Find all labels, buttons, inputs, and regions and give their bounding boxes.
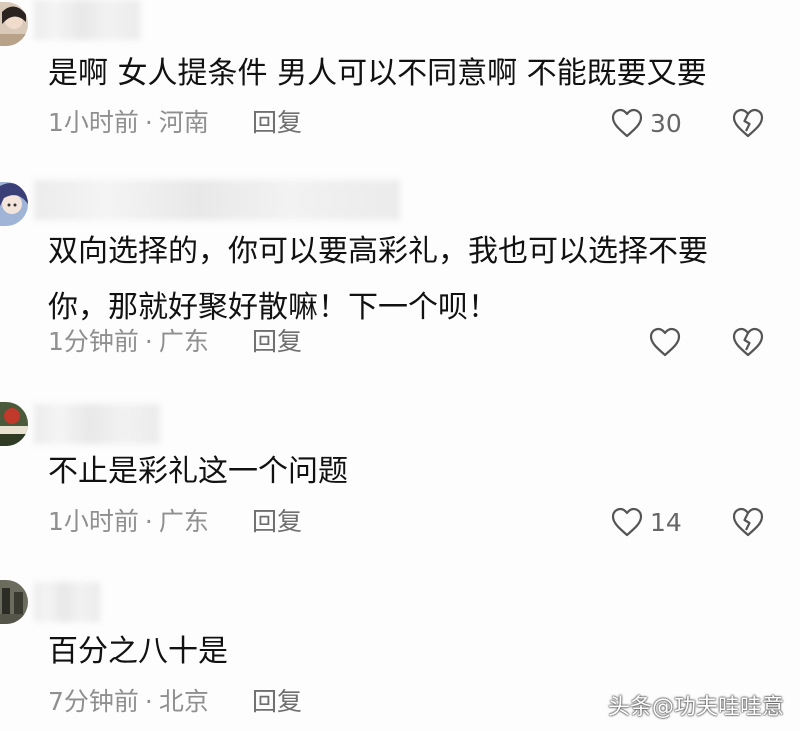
like-button[interactable]: 30 [610, 103, 682, 143]
watermark: 头条@功夫哇哇意 [607, 695, 784, 720]
avatar[interactable] [0, 402, 28, 446]
username-blurred [34, 404, 160, 444]
broken-heart-icon [732, 108, 764, 138]
avatar[interactable] [0, 2, 28, 46]
comment-meta: 1分钟前 · 广东 [48, 322, 209, 362]
username-blurred [34, 0, 140, 40]
comment-time: 7分钟前 [48, 687, 139, 716]
comment-item: 不止是彩礼这一个问题 1小时前 · 广东 回复 14 [0, 400, 800, 560]
reply-button[interactable]: 回复 [252, 322, 302, 362]
avatar-image [0, 402, 28, 446]
comment-text: 双向选择的，你可以要高彩礼，我也可以选择不要 你，那就好聚好散嘛！下一个呗！ [48, 224, 708, 336]
avatar-image [0, 2, 28, 46]
comment-time: 1分钟前 [48, 327, 139, 356]
heart-outline-icon [649, 327, 681, 357]
comment-time: 1小时前 [48, 507, 139, 536]
comment-text: 不止是彩礼这一个问题 [48, 444, 348, 500]
avatar-image [0, 580, 28, 624]
comment-meta: 7分钟前 · 北京 [48, 682, 209, 722]
comment-item: 是啊 女人提条件 男人可以不同意啊 不能既要又要 1小时前 · 河南 回复 30 [0, 0, 800, 160]
username-blurred [34, 180, 400, 220]
username-blurred [34, 582, 100, 622]
comment-meta: 1小时前 · 河南 [48, 103, 209, 143]
comment-text: 百分之八十是 [48, 624, 228, 680]
like-count: 14 [650, 507, 682, 537]
comment-text-line: 双向选择的，你可以要高彩礼，我也可以选择不要 [48, 234, 708, 269]
comment-location: 广东 [158, 327, 209, 356]
comment-item: 双向选择的，你可以要高彩礼，我也可以选择不要 你，那就好聚好散嘛！下一个呗！ 1… [0, 180, 800, 380]
like-button[interactable]: 14 [610, 502, 682, 542]
comment-time: 1小时前 [48, 108, 139, 137]
avatar-image [0, 182, 28, 226]
like-button[interactable] [648, 322, 688, 362]
dislike-button[interactable] [732, 322, 764, 362]
comment-list: 是啊 女人提条件 男人可以不同意啊 不能既要又要 1小时前·河南 回复 30 [0, 0, 800, 731]
comment-location: 北京 [158, 687, 209, 716]
comment-location: 河南 [158, 108, 209, 137]
broken-heart-icon [732, 507, 764, 537]
reply-button[interactable]: 回复 [252, 502, 302, 542]
like-count: 30 [650, 108, 682, 138]
dislike-button[interactable] [732, 502, 764, 542]
avatar[interactable] [0, 182, 28, 226]
broken-heart-icon [732, 327, 764, 357]
avatar[interactable] [0, 580, 28, 624]
comment-meta: 1小时前 · 广东 [48, 502, 209, 542]
comment-text: 是啊 女人提条件 男人可以不同意啊 不能既要又要 [48, 46, 707, 102]
heart-outline-icon [611, 507, 643, 537]
comment-text-line: 是啊 女人提条件 男人可以不同意啊 不能既要又要 [48, 56, 707, 91]
meta-separator: · [144, 327, 153, 356]
meta-separator: · [144, 507, 153, 536]
heart-outline-icon [611, 108, 643, 138]
comment-text-line: 百分之八十是 [48, 634, 228, 669]
meta-separator: · [144, 108, 153, 137]
comment-text-line: 不止是彩礼这一个问题 [48, 454, 348, 489]
comment-location: 广东 [158, 507, 209, 536]
reply-button[interactable]: 回复 [252, 682, 302, 722]
meta-separator: · [144, 687, 153, 716]
reply-button[interactable]: 回复 [252, 103, 302, 143]
dislike-button[interactable] [732, 103, 764, 143]
